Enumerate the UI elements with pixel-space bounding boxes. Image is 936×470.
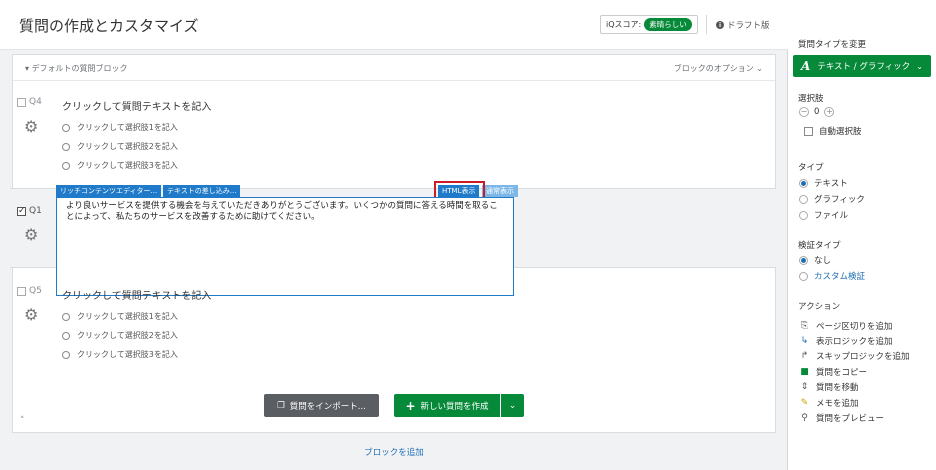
question-number: Q4 (29, 97, 42, 107)
normal-view-tab[interactable]: 通常表示 (482, 185, 518, 197)
skip-logic-icon: ↱ (800, 351, 809, 361)
iq-score-badge[interactable]: iQスコア: 素晴らしい (600, 15, 698, 34)
note-icon: ✎ (800, 398, 809, 408)
draft-label: ドラフト版 (727, 21, 770, 31)
choice-item[interactable]: クリックして選択肢2を記入 (62, 141, 178, 152)
choice-item[interactable]: クリックして選択肢1を記入 (62, 122, 178, 133)
action-add-note[interactable]: ✎ メモを追加 (799, 397, 859, 409)
type-option-graphic[interactable]: グラフィック (799, 193, 865, 205)
gear-icon[interactable]: ⚙ (24, 227, 40, 243)
type-heading: タイプ (798, 163, 824, 173)
minus-icon[interactable]: − (799, 107, 809, 117)
radio-icon (62, 142, 70, 151)
page-title: 質問の作成とカスタマイズ (19, 17, 199, 35)
import-questions-button[interactable]: ❐ 質問をインポート... (264, 394, 379, 417)
radio-icon (799, 194, 808, 204)
import-icon: ❐ (277, 400, 285, 411)
question-select-checkbox[interactable] (17, 287, 26, 296)
choices-stepper: − 0 + (799, 107, 835, 117)
add-block-link[interactable]: ブロックを追加 (0, 446, 788, 458)
action-add-page-break[interactable]: ⎘ ページ区切りを追加 (799, 320, 892, 332)
radio-icon (799, 178, 808, 188)
question-text-editor[interactable]: より良いサービスを提供する機会を与えていただきありがとうございます。いくつかの質… (56, 197, 514, 296)
question-select-checkbox[interactable] (17, 98, 26, 107)
title-bar: 質問の作成とカスタマイズ iQスコア: 素晴らしい i ドラフト版 (0, 0, 788, 50)
block-options-menu[interactable]: ブロックのオプション ⌄ (674, 63, 763, 74)
block-header: ▾ デフォルトの質問ブロック ブロックのオプション ⌄ (13, 55, 775, 81)
actions-heading: アクション (798, 302, 841, 312)
new-question-button[interactable]: + 新しい質問を作成 (394, 394, 500, 417)
action-add-skip-logic[interactable]: ↱ スキップロジックを追加 (799, 350, 910, 362)
chevron-down-icon: ⌄ (916, 61, 923, 71)
question-type-button[interactable]: A テキスト / グラフィック ⌄ (793, 55, 931, 77)
preview-icon: ⚲ (801, 413, 808, 423)
question-select-checkbox[interactable]: ✓ (17, 207, 26, 216)
display-logic-icon: ↳ (800, 336, 809, 346)
question-number: Q1 (29, 206, 42, 216)
type-option-file[interactable]: ファイル (799, 209, 848, 221)
checkbox-icon (804, 126, 813, 136)
plus-icon: + (405, 398, 416, 413)
type-option-text[interactable]: テキスト (799, 177, 848, 189)
iq-score-label: iQスコア: (606, 20, 642, 29)
draft-status[interactable]: i ドラフト版 (716, 19, 770, 31)
change-type-heading: 質問タイプを変更 (798, 40, 867, 50)
radio-icon (62, 331, 70, 340)
copy-icon: ■ (800, 367, 809, 377)
auto-choices-checkbox[interactable]: 自動選択肢 (804, 125, 862, 137)
radio-icon (799, 210, 808, 220)
block-name[interactable]: ▾ デフォルトの質問ブロック (25, 63, 128, 74)
action-move-question[interactable]: ⇕ 質問を移動 (799, 381, 859, 393)
piped-text-tab[interactable]: テキストの差し込み... (163, 185, 241, 197)
radio-icon (799, 255, 808, 265)
action-preview-question[interactable]: ⚲ 質問をプレビュー (799, 412, 884, 424)
new-question-dropdown[interactable]: ⌄ (501, 394, 524, 417)
text-type-icon: A (801, 59, 811, 73)
chevron-down-icon: ⌄ (508, 400, 517, 411)
survey-editor-main: 質問の作成とカスタマイズ iQスコア: 素晴らしい i ドラフト版 ▾ デフォル… (0, 0, 788, 470)
choice-item[interactable]: クリックして選択肢3を記入 (62, 160, 178, 171)
title-divider (706, 15, 707, 34)
radio-icon (62, 161, 70, 170)
gear-icon[interactable]: ⚙ (24, 307, 40, 323)
validation-heading: 検証タイプ (798, 241, 841, 251)
question-number: Q5 (29, 286, 42, 296)
choices-count: 0 (814, 107, 820, 117)
choice-item[interactable]: クリックして選択肢1を記入 (62, 311, 178, 322)
choice-item[interactable]: クリックして選択肢3を記入 (62, 349, 178, 360)
choice-item[interactable]: クリックして選択肢2を記入 (62, 330, 178, 341)
iq-score-value: 素晴らしい (644, 18, 692, 31)
editor-text[interactable]: より良いサービスを提供する機会を与えていただきありがとうございます。いくつかの質… (66, 201, 506, 223)
info-icon: i (716, 21, 724, 29)
gear-icon[interactable]: ⚙ (24, 119, 40, 135)
rich-content-editor-tab[interactable]: リッチコンテンツエディター... (56, 185, 162, 197)
choices-heading: 選択肢 (798, 94, 824, 104)
action-add-display-logic[interactable]: ↳ 表示ロジックを追加 (799, 335, 893, 347)
chevron-up-icon[interactable]: ˄ (20, 416, 25, 426)
page-break-icon: ⎘ (800, 321, 809, 331)
validation-option-none[interactable]: なし (799, 254, 831, 266)
question-text[interactable]: クリックして質問テキストを記入 (62, 287, 211, 302)
move-icon: ⇕ (800, 382, 809, 392)
action-copy-question[interactable]: ■ 質問をコピー (799, 366, 867, 378)
radio-icon (799, 271, 808, 281)
question-text[interactable]: クリックして質問テキストを記入 (62, 98, 211, 113)
radio-icon (62, 123, 70, 132)
validation-option-custom[interactable]: カスタム検証 (799, 270, 865, 282)
plus-icon[interactable]: + (824, 107, 835, 117)
radio-icon (62, 350, 70, 359)
radio-icon (62, 312, 70, 321)
